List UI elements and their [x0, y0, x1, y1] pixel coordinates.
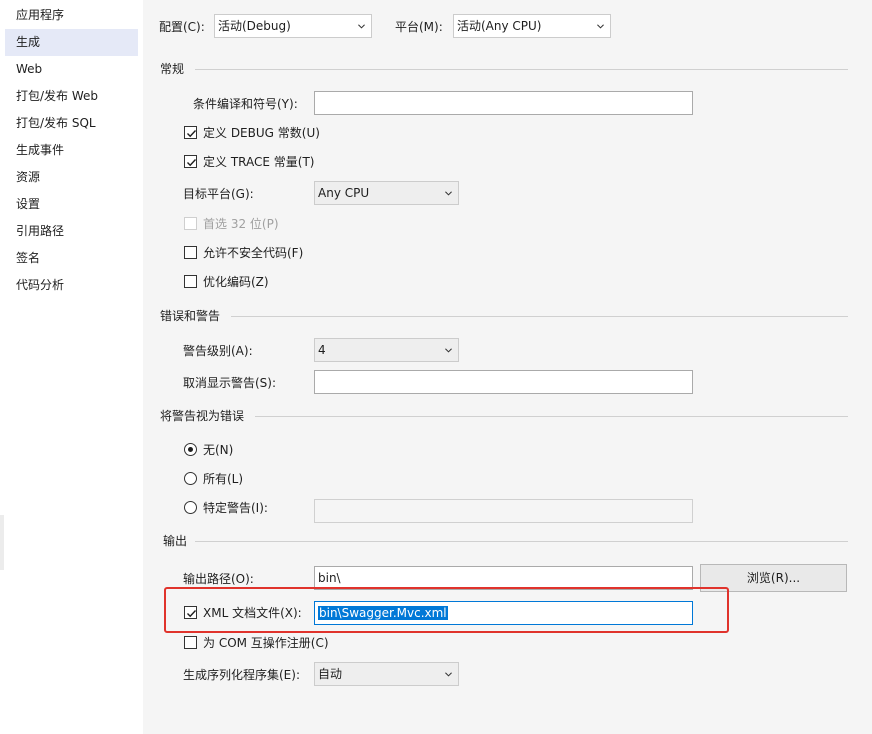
generate-serialization-label: 生成序列化程序集(E): — [183, 668, 300, 682]
xml-documentation-label: XML 文档文件(X): — [203, 606, 302, 620]
warning-level-dropdown[interactable]: 4 — [314, 338, 459, 362]
sidebar-item-application[interactable]: 应用程序 — [5, 2, 138, 29]
chevron-down-icon — [445, 348, 452, 353]
radio-selected-dot — [188, 447, 193, 452]
sidebar-item-code-analysis[interactable]: 代码分析 — [5, 272, 138, 299]
register-com-interop-checkbox[interactable] — [184, 636, 197, 649]
chevron-down-icon — [445, 191, 452, 196]
configuration-dropdown[interactable]: 活动(Debug) — [214, 14, 372, 38]
configuration-label: 配置(C): — [159, 20, 205, 34]
section-title-output: 输出 — [163, 534, 188, 548]
sidebar-edge — [0, 515, 4, 570]
section-title-errors-warnings: 错误和警告 — [160, 309, 221, 323]
output-path-value: bin\ — [318, 571, 341, 585]
treat-warnings-all-radio[interactable] — [184, 472, 197, 485]
warning-level-value: 4 — [318, 343, 326, 357]
treat-warnings-specific-radio[interactable] — [184, 501, 197, 514]
xml-documentation-input[interactable]: bin\Swagger.Mvc.xml — [314, 601, 693, 625]
checkmark-icon — [187, 610, 197, 618]
suppress-warnings-input[interactable] — [314, 370, 693, 394]
sidebar-item-resources[interactable]: 资源 — [5, 164, 138, 191]
generate-serialization-value: 自动 — [318, 667, 343, 681]
sidebar-item-web[interactable]: Web — [5, 56, 138, 83]
section-divider — [231, 316, 848, 317]
section-title-treat-warnings-as-errors: 将警告视为错误 — [160, 409, 245, 423]
section-divider — [195, 69, 848, 70]
allow-unsafe-code-checkbox[interactable] — [184, 246, 197, 259]
generate-serialization-dropdown[interactable]: 自动 — [314, 662, 459, 686]
prefer-32bit-checkbox[interactable] — [184, 217, 197, 230]
specific-warnings-input[interactable] — [314, 499, 693, 523]
sidebar-item-signing[interactable]: 签名 — [5, 245, 138, 272]
sidebar: 应用程序 生成 Web 打包/发布 Web 打包/发布 SQL 生成事件 资源 … — [0, 0, 143, 734]
prefer-32bit-label: 首选 32 位(P) — [203, 217, 279, 231]
define-debug-checkbox[interactable] — [184, 126, 197, 139]
register-com-interop-label: 为 COM 互操作注册(C) — [203, 636, 329, 650]
section-divider — [255, 416, 848, 417]
optimize-code-label: 优化编码(Z) — [203, 275, 269, 289]
xml-documentation-value: bin\Swagger.Mvc.xml — [318, 606, 448, 620]
target-platform-value: Any CPU — [318, 186, 370, 200]
treat-warnings-specific-label: 特定警告(I): — [203, 501, 268, 515]
target-platform-label: 目标平台(G): — [183, 187, 254, 201]
checkmark-icon — [187, 159, 197, 167]
section-divider — [195, 541, 848, 542]
allow-unsafe-code-label: 允许不安全代码(F) — [203, 246, 304, 260]
optimize-code-checkbox[interactable] — [184, 275, 197, 288]
sidebar-item-build[interactable]: 生成 — [5, 29, 138, 56]
define-trace-label: 定义 TRACE 常量(T) — [203, 155, 315, 169]
chevron-down-icon — [597, 24, 604, 29]
target-platform-dropdown[interactable]: Any CPU — [314, 181, 459, 205]
sidebar-item-settings[interactable]: 设置 — [5, 191, 138, 218]
checkmark-icon — [187, 130, 197, 138]
define-trace-checkbox[interactable] — [184, 155, 197, 168]
output-path-label: 输出路径(O): — [183, 572, 254, 586]
configuration-value: 活动(Debug) — [218, 19, 291, 33]
conditional-symbols-label: 条件编译和符号(Y): — [193, 97, 298, 111]
warning-level-label: 警告级别(A): — [183, 344, 253, 358]
platform-value: 活动(Any CPU) — [457, 19, 542, 33]
platform-dropdown[interactable]: 活动(Any CPU) — [453, 14, 611, 38]
define-debug-label: 定义 DEBUG 常数(U) — [203, 126, 320, 140]
sidebar-item-reference-paths[interactable]: 引用路径 — [5, 218, 138, 245]
xml-documentation-checkbox[interactable] — [184, 606, 197, 619]
treat-warnings-all-label: 所有(L) — [203, 472, 244, 486]
build-settings-panel: 配置(C): 活动(Debug) 平台(M): 活动(Any CPU) 常规 条… — [143, 0, 872, 734]
sidebar-item-build-events[interactable]: 生成事件 — [5, 137, 138, 164]
chevron-down-icon — [358, 24, 365, 29]
chevron-down-icon — [445, 672, 452, 677]
sidebar-item-package-publish-web[interactable]: 打包/发布 Web — [5, 83, 138, 110]
platform-label: 平台(M): — [395, 20, 443, 34]
conditional-symbols-input[interactable] — [314, 91, 693, 115]
suppress-warnings-label: 取消显示警告(S): — [183, 376, 277, 390]
section-title-general: 常规 — [160, 62, 185, 76]
treat-warnings-none-label: 无(N) — [203, 443, 234, 457]
sidebar-item-package-publish-sql[interactable]: 打包/发布 SQL — [5, 110, 138, 137]
treat-warnings-none-radio[interactable] — [184, 443, 197, 456]
